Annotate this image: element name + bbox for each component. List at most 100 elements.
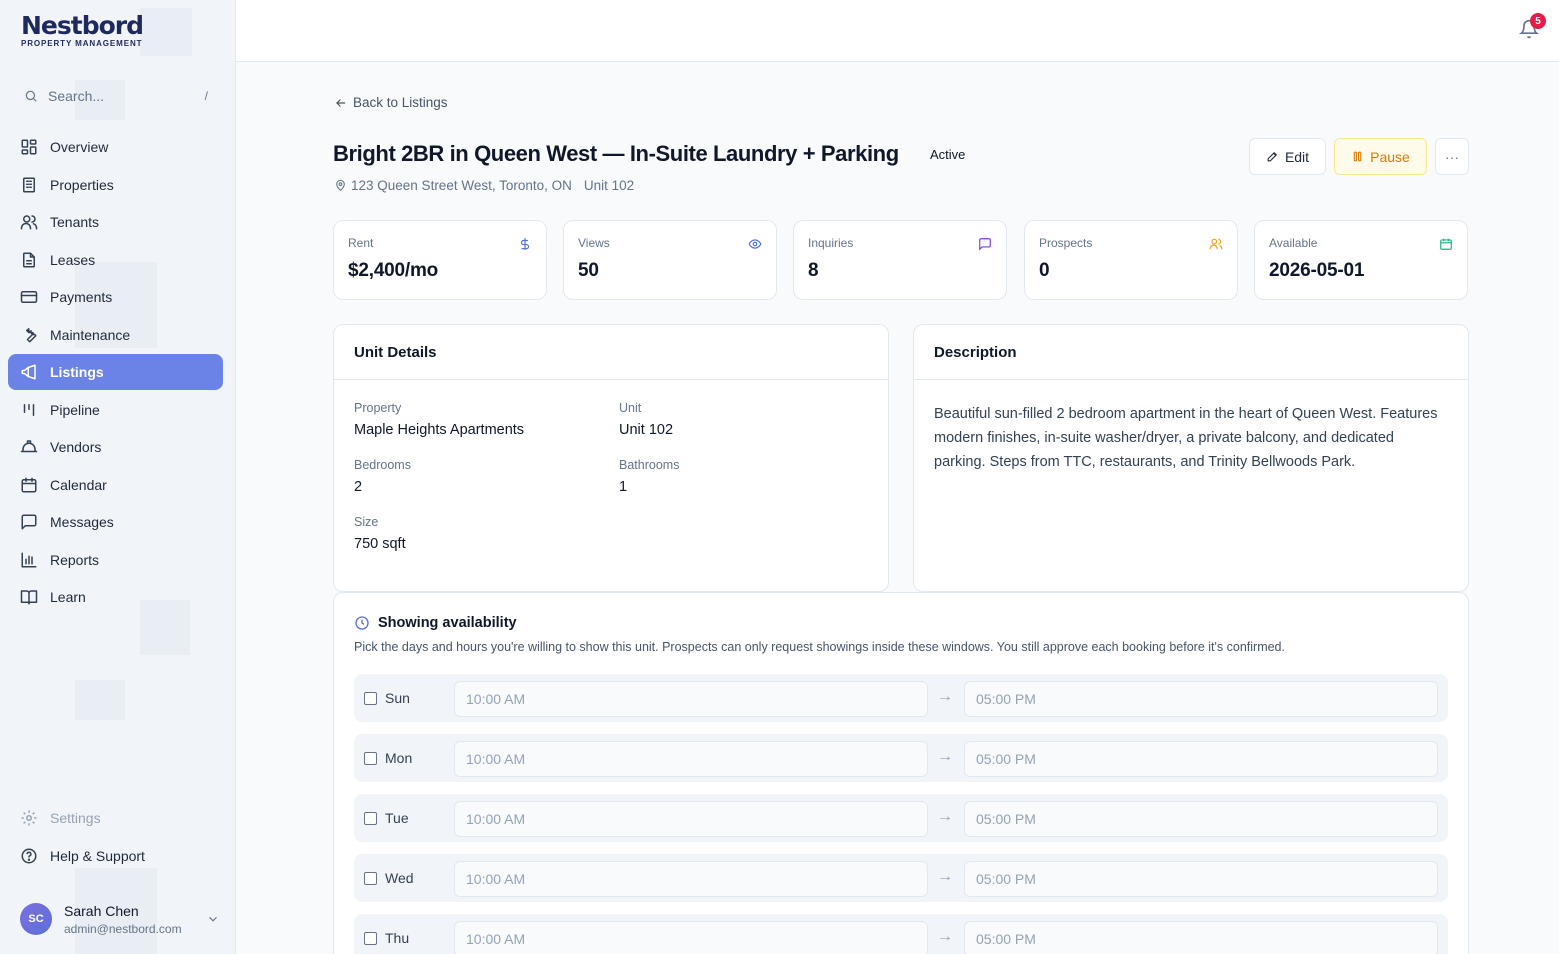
message-icon xyxy=(21,514,37,530)
day-checkbox[interactable] xyxy=(364,752,377,765)
showing-title: Showing availability xyxy=(354,615,517,631)
unit-text: Unit 102 xyxy=(583,178,635,193)
end-time-input[interactable]: 05:00 PM xyxy=(964,741,1438,777)
sidebar-item-label: Learn xyxy=(50,589,86,605)
pause-button[interactable]: Pause xyxy=(1334,138,1427,175)
sidebar-item-vendors[interactable]: Vendors xyxy=(8,429,223,465)
dollar-icon xyxy=(520,238,530,250)
avatar: SC xyxy=(20,903,52,935)
search-input[interactable] xyxy=(48,88,178,104)
user-email: admin@nestbord.com xyxy=(64,921,182,936)
sidebar-item-properties[interactable]: Properties xyxy=(8,167,223,203)
end-time-input[interactable]: 05:00 PM xyxy=(964,801,1438,837)
detail-value: Unit 102 xyxy=(619,422,674,438)
house-watermark xyxy=(140,8,192,56)
more-icon: ··· xyxy=(1445,148,1459,165)
notifications-button[interactable]: 5 xyxy=(1518,13,1546,39)
hard-hat-icon xyxy=(20,440,38,453)
user-name: Sarah Chen xyxy=(64,902,139,919)
message-icon xyxy=(979,238,991,251)
page-title: Bright 2BR in Queen West — In-Suite Laun… xyxy=(333,141,899,166)
logo-name: Nestbord xyxy=(21,11,144,40)
sidebar-nav: Overview Properties Tenants Leases Payments M… xyxy=(8,129,223,617)
detail-label: Size xyxy=(354,515,379,529)
sidebar-item-calendar[interactable]: Calendar xyxy=(8,467,223,503)
day-label: Sun xyxy=(385,690,410,706)
file-icon xyxy=(23,252,35,267)
sidebar-item-overview[interactable]: Overview xyxy=(8,129,223,165)
start-time-input[interactable]: 10:00 AM xyxy=(454,921,928,954)
kanban-icon xyxy=(23,403,35,416)
start-time-input[interactable]: 10:00 AM xyxy=(454,681,928,717)
pause-label: Pause xyxy=(1370,148,1410,165)
sidebar-item-label: Help & Support xyxy=(50,847,145,864)
sidebar-item-leases[interactable]: Leases xyxy=(8,242,223,278)
sidebar-item-tenants[interactable]: Tenants xyxy=(8,204,223,240)
sidebar-search: / xyxy=(12,80,220,112)
day-checkbox[interactable] xyxy=(364,812,377,825)
stat-card-views: Views 50 xyxy=(563,220,777,300)
card-title: Unit Details xyxy=(334,325,888,380)
detail-label: Property xyxy=(354,401,402,415)
end-time-input[interactable]: 05:00 PM xyxy=(964,681,1438,717)
sidebar-item-help[interactable]: Help & Support xyxy=(8,838,223,874)
bar-chart-icon xyxy=(21,552,37,567)
day-checkbox[interactable] xyxy=(364,872,377,885)
sidebar-item-settings[interactable]: Settings xyxy=(8,800,223,836)
detail-value: Maple Heights Apartments xyxy=(354,422,525,438)
detail-value: 1 xyxy=(619,479,628,495)
day-row-sun: Sun 10:00 AM → 05:00 PM xyxy=(354,674,1448,722)
stat-label: Inquiries xyxy=(808,236,854,250)
sidebar-item-label: Payments xyxy=(50,289,113,305)
day-checkbox[interactable] xyxy=(364,692,377,705)
end-time-input[interactable]: 05:00 PM xyxy=(964,921,1438,954)
sidebar-item-learn[interactable]: Learn xyxy=(8,579,223,615)
sidebar-item-messages[interactable]: Messages xyxy=(8,504,223,540)
logo-tagline: PROPERTY MANAGEMENT xyxy=(21,39,143,48)
sidebar-item-maintenance[interactable]: Maintenance xyxy=(8,317,223,353)
credit-card-icon xyxy=(20,291,38,303)
day-checkbox[interactable] xyxy=(364,932,377,945)
more-options-button[interactable]: ··· xyxy=(1435,138,1469,175)
users-icon xyxy=(1209,238,1223,250)
top-bar: 5 xyxy=(236,0,1559,62)
sidebar-item-pipeline[interactable]: Pipeline xyxy=(8,392,223,428)
showing-subtitle: Pick the days and hours you're willing t… xyxy=(354,640,1285,654)
detail-label: Bedrooms xyxy=(354,458,411,472)
sidebar-item-label: Leases xyxy=(50,251,96,268)
edit-button[interactable]: Edit xyxy=(1249,138,1326,175)
pause-icon xyxy=(1353,151,1362,162)
book-icon xyxy=(20,590,38,605)
stat-value: 50 xyxy=(578,260,599,281)
sidebar-item-label: Listings xyxy=(50,364,104,380)
user-menu[interactable]: SC Sarah Chen admin@nestbord.com xyxy=(20,899,220,939)
stat-card-rent: Rent $2,400/mo xyxy=(333,220,547,300)
stat-value: 0 xyxy=(1039,260,1050,281)
back-to-listings-link[interactable]: Back to Listings xyxy=(334,95,448,110)
detail-value: 2 xyxy=(354,479,363,495)
logo[interactable]: Nestbord PROPERTY MANAGEMENT xyxy=(21,11,144,49)
day-label: Mon xyxy=(385,750,413,766)
chevron-down-icon xyxy=(209,916,217,922)
arrow-right-icon: → xyxy=(937,748,953,765)
sidebar-item-reports[interactable]: Reports xyxy=(8,542,223,578)
sidebar-item-label: Overview xyxy=(50,139,109,155)
unit-details-card: Unit Details Property Maple Heights Apar… xyxy=(333,324,889,592)
detail-bedrooms: Bedrooms 2 xyxy=(354,458,411,495)
day-label: Wed xyxy=(385,870,414,886)
listing-address: 123 Queen Street West, Toronto, ON Unit … xyxy=(334,178,634,193)
detail-label: Unit xyxy=(619,401,642,415)
sidebar-item-label: Reports xyxy=(50,551,100,568)
sidebar-item-payments[interactable]: Payments xyxy=(8,279,223,315)
eye-icon xyxy=(748,239,762,249)
stat-label: Prospects xyxy=(1039,236,1093,250)
start-time-input[interactable]: 10:00 AM xyxy=(454,741,928,777)
description-text: Beautiful sun-filled 2 bedroom apartment… xyxy=(934,406,1438,470)
day-row-thu: Thu 10:00 AM → 05:00 PM xyxy=(354,914,1448,954)
end-time-input[interactable]: 05:00 PM xyxy=(964,861,1438,897)
users-icon xyxy=(20,215,38,230)
sidebar-item-listings[interactable]: Listings xyxy=(8,354,223,390)
start-time-input[interactable]: 10:00 AM xyxy=(454,861,928,897)
start-time-input[interactable]: 10:00 AM xyxy=(454,801,928,837)
stat-value: $2,400/mo xyxy=(348,260,439,281)
